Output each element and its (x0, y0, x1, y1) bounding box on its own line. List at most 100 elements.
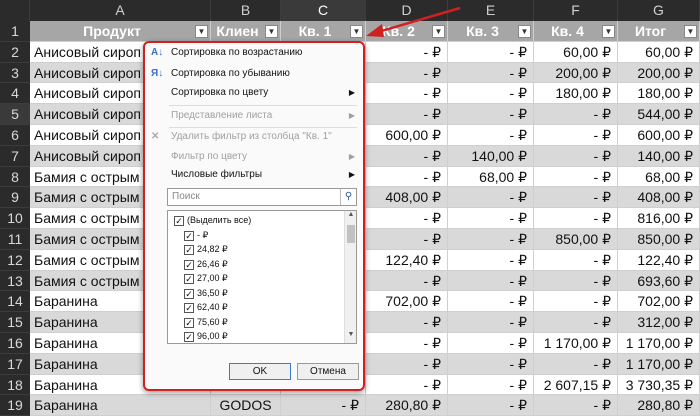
table-cell[interactable]: 140,00 ₽ (448, 145, 534, 167)
table-cell[interactable]: 850,00 ₽ (618, 229, 700, 250)
table-cell[interactable]: 3 730,35 ₽ (618, 374, 700, 396)
row-header[interactable]: 16 (0, 333, 30, 354)
row-header[interactable]: 18 (0, 374, 30, 396)
table-cell[interactable]: 122,40 ₽ (366, 249, 448, 271)
row-header[interactable]: 14 (0, 291, 30, 313)
table-cell[interactable]: - ₽ (448, 125, 534, 146)
table-cell[interactable]: - ₽ (366, 166, 448, 188)
column-header-a[interactable]: A (30, 0, 211, 21)
table-cell[interactable]: - ₽ (366, 145, 448, 167)
table-cell[interactable]: - ₽ (366, 62, 448, 84)
checkbox[interactable]: ✓ (184, 230, 194, 241)
sort-descending-item[interactable]: Я↓ Сортировка по убыванию (145, 64, 363, 84)
filter-dropdown-icon[interactable]: ▼ (265, 25, 278, 38)
table-cell[interactable]: 60,00 ₽ (534, 41, 618, 63)
filter-dropdown-icon[interactable]: ▼ (684, 25, 697, 38)
table-cell[interactable]: - ₽ (366, 374, 448, 396)
number-filters-item[interactable]: Числовые фильтры ▶ (145, 165, 363, 185)
table-cell[interactable]: - ₽ (448, 333, 534, 354)
table-cell[interactable]: - ₽ (448, 62, 534, 84)
filter-value-item[interactable]: ✓ 27,00 ₽ (184, 271, 228, 286)
table-cell[interactable]: - ₽ (366, 83, 448, 105)
table-cell[interactable]: 1 170,00 ₽ (618, 333, 700, 354)
filter-value-item[interactable]: ✓ 36,50 ₽ (184, 286, 228, 301)
table-cell[interactable]: - ₽ (448, 229, 534, 250)
checkbox[interactable]: ✓ (184, 245, 194, 255)
table-cell[interactable]: - ₽ (534, 145, 618, 167)
table-cell[interactable]: GODOS (211, 395, 281, 416)
table-cell[interactable]: - ₽ (534, 166, 618, 188)
checkbox[interactable]: ✓ (184, 274, 194, 284)
column-header-c[interactable]: C (281, 0, 366, 21)
table-cell[interactable]: - ₽ (534, 395, 618, 416)
select-all-corner[interactable] (0, 0, 30, 21)
filter-value-item[interactable]: ✓ 24,82 ₽ (184, 242, 228, 257)
row-header[interactable]: 2 (0, 41, 30, 63)
ok-button[interactable]: OK (229, 363, 291, 380)
filter-value-item[interactable]: ✓ 96,00 ₽ (184, 329, 228, 344)
filter-value-item[interactable]: ✓ 75,60 ₽ (184, 315, 228, 330)
row-header[interactable]: 10 (0, 208, 30, 229)
row-header[interactable]: 6 (0, 125, 30, 146)
scroll-down-icon[interactable]: ▼ (345, 331, 357, 343)
column-header-b[interactable]: B (211, 0, 281, 21)
table-cell[interactable]: 850,00 ₽ (534, 229, 618, 250)
checkbox[interactable]: ✓ (174, 216, 184, 226)
table-cell[interactable]: - ₽ (281, 395, 366, 416)
cancel-button[interactable]: Отмена (297, 363, 359, 380)
table-cell[interactable]: - ₽ (448, 270, 534, 292)
column-header-f[interactable]: F (534, 0, 618, 21)
filter-value-item[interactable]: ✓ 26,46 ₽ (184, 257, 228, 272)
row-header[interactable]: 19 (0, 395, 30, 416)
table-cell[interactable]: 180,00 ₽ (534, 83, 618, 105)
table-cell[interactable]: - ₽ (448, 395, 534, 416)
checkbox[interactable]: ✓ (184, 303, 194, 313)
table-cell[interactable]: 702,00 ₽ (618, 291, 700, 313)
table-cell[interactable]: 408,00 ₽ (366, 187, 448, 209)
sort-ascending-item[interactable]: A↓ Сортировка по возрастанию (145, 43, 363, 63)
column-header-g[interactable]: G (618, 0, 700, 21)
table-cell[interactable]: - ₽ (366, 353, 448, 375)
table-cell[interactable]: - ₽ (534, 312, 618, 333)
list-scrollbar[interactable]: ▲ ▼ (344, 211, 356, 343)
row-header[interactable]: 8 (0, 166, 30, 188)
table-cell[interactable]: 1 170,00 ₽ (534, 333, 618, 354)
table-cell[interactable]: 280,80 ₽ (618, 395, 700, 416)
row-header[interactable]: 12 (0, 249, 30, 271)
table-cell[interactable]: 200,00 ₽ (618, 62, 700, 84)
table-cell[interactable]: - ₽ (448, 208, 534, 229)
table-cell[interactable]: 280,80 ₽ (366, 395, 448, 416)
checkbox[interactable]: ✓ (184, 288, 194, 299)
row-header[interactable]: 7 (0, 145, 30, 167)
table-cell[interactable]: - ₽ (534, 353, 618, 375)
row-header[interactable]: 9 (0, 187, 30, 209)
sort-by-color-item[interactable]: Сортировка по цвету ▶ (145, 83, 363, 103)
row-header[interactable]: 4 (0, 83, 30, 105)
table-cell[interactable]: 816,00 ₽ (618, 208, 700, 229)
table-cell[interactable]: - ₽ (534, 187, 618, 209)
filter-value-item[interactable]: ✓ (Выделить все) (174, 213, 251, 228)
table-cell[interactable]: 200,00 ₽ (534, 62, 618, 84)
scroll-up-icon[interactable]: ▲ (345, 211, 357, 223)
table-cell[interactable]: - ₽ (366, 229, 448, 250)
table-cell[interactable]: - ₽ (448, 187, 534, 209)
table-cell[interactable]: - ₽ (534, 249, 618, 271)
checkbox[interactable]: ✓ (184, 332, 194, 342)
row-header[interactable]: 1 (0, 21, 30, 42)
table-cell[interactable]: - ₽ (534, 270, 618, 292)
row-header[interactable]: 5 (0, 104, 30, 125)
scroll-thumb[interactable] (347, 225, 355, 243)
table-cell[interactable]: - ₽ (366, 333, 448, 354)
table-cell[interactable]: 68,00 ₽ (618, 166, 700, 188)
filter-value-item[interactable]: ✓ 62,40 ₽ (184, 300, 228, 315)
table-cell[interactable]: 702,00 ₽ (366, 291, 448, 313)
table-cell[interactable]: - ₽ (448, 83, 534, 105)
filter-dropdown-icon[interactable]: ▼ (602, 25, 615, 38)
filter-search-field[interactable]: Поиск ⚲ (167, 188, 357, 206)
table-cell[interactable]: 600,00 ₽ (366, 125, 448, 146)
checkbox[interactable]: ✓ (184, 317, 194, 328)
table-cell[interactable]: 1 170,00 ₽ (618, 353, 700, 375)
row-header[interactable]: 11 (0, 229, 30, 250)
row-header[interactable]: 17 (0, 353, 30, 375)
table-cell[interactable]: 68,00 ₽ (448, 166, 534, 188)
